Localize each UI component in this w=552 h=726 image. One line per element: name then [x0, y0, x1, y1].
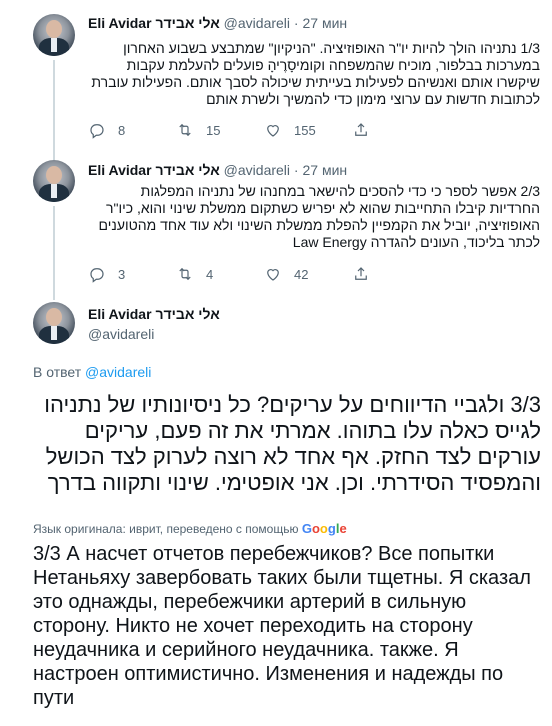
separator: ·: [293, 15, 299, 31]
reply-icon: [90, 268, 104, 283]
google-logo[interactable]: Google: [302, 521, 347, 536]
author-name[interactable]: Eli Avidar אלי אבידר: [88, 306, 220, 322]
avatar[interactable]: [33, 302, 75, 344]
thread-line: [53, 206, 55, 290]
author-name[interactable]: Eli Avidar אלי אבידר: [88, 162, 220, 178]
tweet-header: Eli Avidar אלי אבידר @avidareli · 27 мин: [88, 162, 347, 178]
reply-count: 8: [118, 122, 126, 138]
tweet-1[interactable]: Eli Avidar אלי אבידר @avidareli · 27 мин…: [0, 0, 552, 154]
reply-prefix: В ответ: [33, 364, 82, 380]
retweet-count: 4: [206, 266, 214, 282]
tweet-2[interactable]: Eli Avidar אלי אבידר @avidareli · 27 мин…: [0, 154, 552, 290]
author-handle[interactable]: @avidareli: [224, 15, 290, 31]
translated-text: 3/3 А насчет отчетов перебежчиков? Все п…: [33, 543, 531, 709]
translation-note: Язык оригинала: иврит, переведено с помо…: [33, 521, 347, 536]
retweet-button[interactable]: 4: [176, 265, 213, 283]
reply-count: 3: [118, 266, 126, 282]
reply-context: В ответ @avidareli: [33, 364, 151, 380]
thread-line: [53, 60, 55, 154]
tweet-time[interactable]: 27 мин: [302, 15, 347, 31]
heart-icon: [267, 269, 279, 281]
share-button[interactable]: [352, 121, 370, 139]
share-button[interactable]: [352, 265, 370, 283]
retweet-icon: [179, 267, 191, 281]
author-handle[interactable]: @avidareli: [224, 162, 290, 178]
like-button[interactable]: 42: [264, 265, 308, 283]
reply-button[interactable]: 8: [88, 121, 125, 139]
share-icon: [355, 123, 367, 136]
tweet-text: 2/3 אפשר לספר כי כדי להסכים להישאר במחנה…: [98, 183, 540, 250]
like-button[interactable]: 155: [264, 121, 316, 139]
author-name[interactable]: Eli Avidar אלי אבידר: [88, 15, 220, 31]
retweet-icon: [179, 123, 191, 137]
tweet-actions: 8 15 155: [88, 121, 508, 139]
reply-icon: [90, 124, 104, 139]
share-icon: [355, 267, 367, 280]
like-count: 42: [294, 266, 309, 282]
retweet-button[interactable]: 15: [176, 121, 220, 139]
heart-icon: [267, 125, 279, 137]
tweet-actions: 3 4 42: [88, 265, 508, 283]
like-count: 155: [294, 122, 316, 138]
thread-line: [53, 290, 55, 300]
retweet-count: 15: [206, 122, 221, 138]
reply-button[interactable]: 3: [88, 265, 125, 283]
tweet-header: Eli Avidar אלי אבידר @avidareli · 27 мин: [88, 15, 347, 31]
reply-handle-link[interactable]: @avidareli: [85, 364, 151, 380]
tweet-text: 1/3 נתניהו הולך להיות יו"ר האופוזיציה. "…: [91, 40, 540, 107]
tweet-time[interactable]: 27 мин: [302, 162, 347, 178]
avatar[interactable]: [33, 160, 75, 202]
avatar[interactable]: [33, 14, 75, 56]
translation-label: Язык оригинала: иврит, переведено с помо…: [33, 522, 299, 536]
separator: ·: [293, 162, 299, 178]
author-handle[interactable]: @avidareli: [88, 326, 154, 342]
tweet-text: 3/3 ולגביי הדיווחים על עריקים? כל ניסיונ…: [44, 392, 541, 495]
